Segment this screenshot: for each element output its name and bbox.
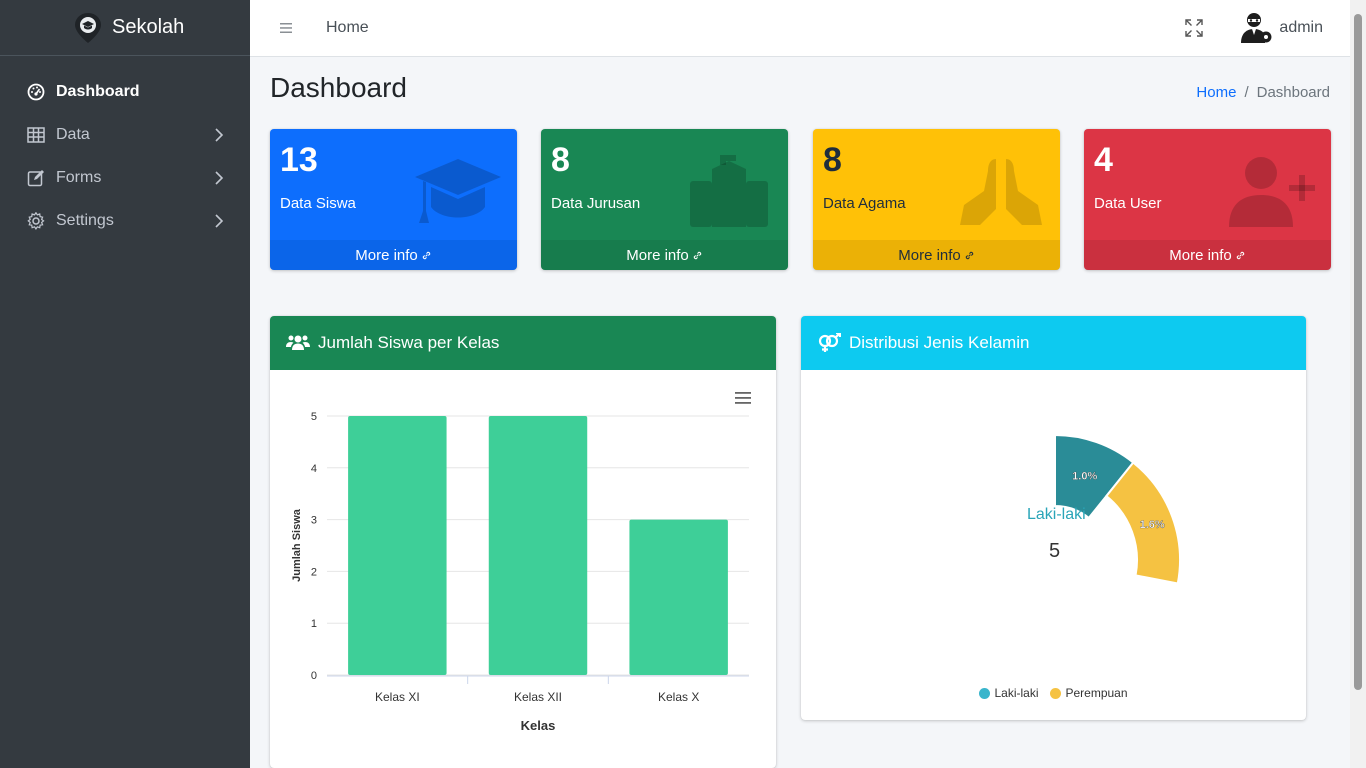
pie-hover-value: 5 — [1049, 540, 1061, 562]
card-header: Distribusi Jenis Kelamin — [801, 316, 1306, 370]
y-tick-label: 3 — [311, 515, 317, 527]
link-icon — [422, 251, 431, 259]
y-tick-label: 4 — [311, 463, 317, 475]
sidebar-item-label: Forms — [56, 168, 102, 186]
x-tick-label: Kelas XII — [514, 690, 562, 704]
link-icon — [965, 251, 974, 259]
legend-marker — [1050, 687, 1062, 699]
legend-label: Laki-laki — [994, 686, 1039, 700]
chevron-right-icon — [215, 213, 224, 228]
link-icon — [693, 251, 702, 259]
stat-number: 8 — [551, 141, 570, 179]
stat-box-user: 4 Data User More info — [1084, 129, 1331, 270]
sidebar-item-label: Settings — [56, 211, 114, 229]
gear-icon — [27, 211, 45, 230]
page-title: Dashboard — [270, 72, 407, 103]
bar-chart-body: 0 1 2 3 4 5 Kelas XI Kelas XII Kelas X Kelas Jumla… — [270, 370, 776, 768]
y-tick-label: 2 — [311, 566, 317, 578]
bar-chart: 0 1 2 3 4 5 Kelas XI Kelas XII Kelas X Kelas Jumla… — [291, 411, 749, 733]
breadcrumb-separator: / — [1244, 84, 1249, 101]
bar — [629, 519, 728, 675]
menu-toggle-icon[interactable] — [280, 23, 292, 33]
legend-item-perempuan[interactable]: Perempuan — [1050, 686, 1128, 700]
x-tick-label: Kelas X — [658, 690, 699, 704]
bar — [348, 416, 447, 675]
sidebar-item-dashboard[interactable]: Dashboard — [0, 70, 250, 113]
more-info-link[interactable]: More info — [270, 240, 517, 270]
bar — [488, 416, 588, 675]
x-axis-title: Kelas — [521, 718, 556, 733]
sidebar: Sekolah Dashboard Data Forms Settings — [0, 0, 250, 768]
user-plus-icon — [1229, 157, 1315, 227]
y-tick-label: 1 — [311, 618, 317, 630]
table-icon — [27, 126, 45, 144]
venus-mars-icon — [818, 333, 841, 352]
chart-menu-icon[interactable] — [735, 392, 751, 404]
pie-chart-body: 1.0% 1.6% Laki-laki 5 Laki-laki Perempuan — [801, 370, 1306, 720]
stat-label: Data User — [1094, 195, 1162, 212]
users-icon — [286, 335, 310, 350]
breadcrumb: Home / Dashboard — [1196, 84, 1330, 101]
sidebar-item-label: Data — [56, 125, 90, 143]
legend-item-laki-laki[interactable]: Laki-laki — [979, 686, 1038, 700]
stat-label: Data Jurusan — [551, 195, 641, 212]
brand-logo-icon — [75, 12, 101, 43]
edit-icon — [27, 169, 45, 187]
breadcrumb-current: Dashboard — [1256, 84, 1330, 101]
chevron-right-icon — [215, 127, 224, 142]
link-icon — [1236, 251, 1245, 259]
stat-number: 4 — [1094, 141, 1113, 179]
nav-home-link[interactable]: Home — [326, 19, 369, 37]
sidebar-item-data[interactable]: Data — [0, 113, 250, 156]
more-info-label: More info — [355, 246, 418, 264]
username[interactable]: admin — [1279, 19, 1323, 37]
stat-box-jurusan: 8 Data Jurusan More info — [541, 129, 788, 270]
scrollbar-thumb[interactable] — [1354, 14, 1362, 690]
y-tick-label: 0 — [311, 670, 317, 682]
top-navbar: Home admin — [250, 0, 1350, 57]
legend-marker — [979, 687, 991, 699]
more-info-link[interactable]: More info — [541, 240, 788, 270]
more-info-label: More info — [1169, 246, 1232, 264]
sidebar-item-forms[interactable]: Forms — [0, 156, 250, 199]
pie-hover-label: Laki-laki — [1027, 506, 1086, 523]
user-avatar-icon[interactable] — [1239, 11, 1273, 45]
brand[interactable]: Sekolah — [0, 0, 250, 56]
stat-label: Data Siswa — [280, 195, 356, 212]
graduation-cap-icon — [415, 159, 501, 223]
pie-data-label: 1.0% — [1072, 471, 1097, 483]
pie-data-label: 1.6% — [1140, 519, 1165, 531]
stat-box-agama: 8 Data Agama More info — [813, 129, 1060, 270]
card-header: Jumlah Siswa per Kelas — [270, 316, 776, 370]
y-axis-title: Jumlah Siswa — [291, 508, 303, 582]
gauge-icon — [27, 83, 45, 101]
pie-chart-card: Distribusi Jenis Kelamin 1.0% 1.6% Laki-l… — [801, 316, 1306, 720]
more-info-label: More info — [898, 246, 961, 264]
scrollbar[interactable] — [1350, 0, 1366, 768]
breadcrumb-home-link[interactable]: Home — [1196, 84, 1236, 101]
legend-label: Perempuan — [1065, 686, 1128, 700]
school-icon — [690, 155, 768, 227]
pie-legend: Laki-laki Perempuan — [801, 686, 1306, 700]
bar-chart-card: Jumlah Siswa per Kelas 0 1 2 3 4 5 Kelas XI Kel… — [270, 316, 776, 768]
x-tick-label: Kelas XI — [375, 690, 420, 704]
stat-box-siswa: 13 Data Siswa More info — [270, 129, 517, 270]
sidebar-item-label: Dashboard — [56, 82, 140, 100]
praying-hands-icon — [960, 159, 1042, 225]
more-info-label: More info — [626, 246, 689, 264]
chevron-right-icon — [215, 170, 224, 185]
stat-number: 13 — [280, 141, 318, 179]
y-tick-label: 5 — [311, 411, 317, 423]
brand-name: Sekolah — [112, 16, 185, 38]
fullscreen-icon[interactable] — [1185, 19, 1204, 37]
card-title: Distribusi Jenis Kelamin — [849, 333, 1030, 352]
more-info-link[interactable]: More info — [813, 240, 1060, 270]
sidebar-item-settings[interactable]: Settings — [0, 199, 250, 242]
card-title: Jumlah Siswa per Kelas — [318, 333, 500, 352]
more-info-link[interactable]: More info — [1084, 240, 1331, 270]
stat-number: 8 — [823, 141, 842, 179]
sidebar-nav: Dashboard Data Forms Settings — [0, 56, 250, 242]
stat-label: Data Agama — [823, 195, 906, 212]
